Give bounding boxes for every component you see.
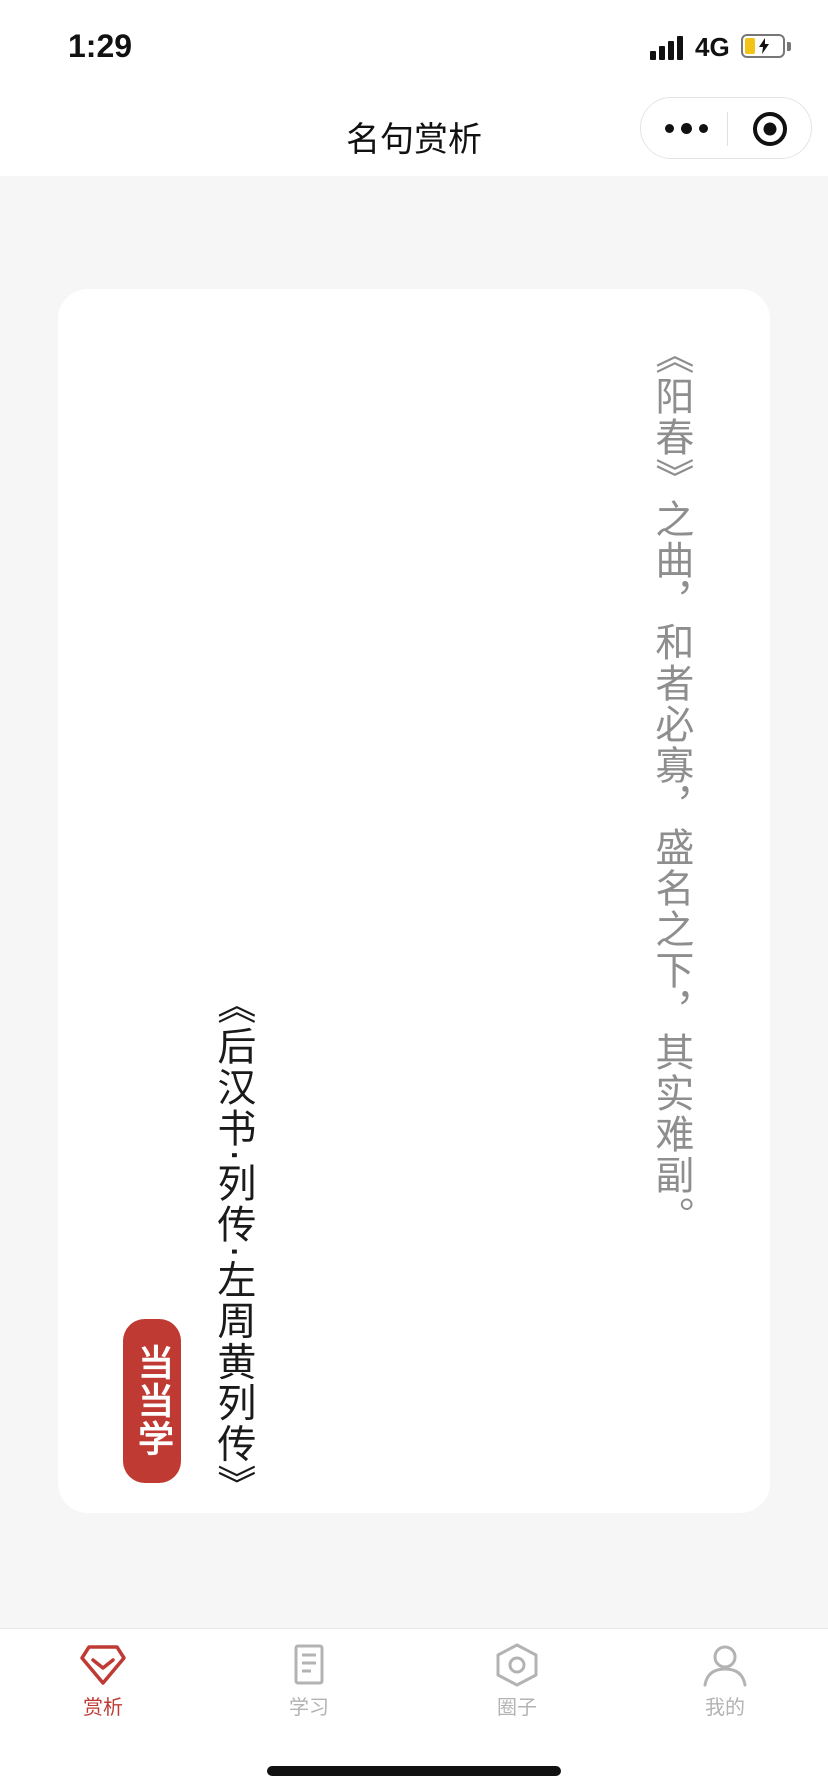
tab-label: 圈子 xyxy=(497,1695,537,1719)
quote-source: 《后汉书·列传·左周黄列传》 xyxy=(210,985,256,1506)
document-icon xyxy=(294,1644,324,1685)
person-icon xyxy=(703,1645,747,1687)
battery-icon xyxy=(741,34,785,58)
quote-text: 《阳春》之曲，和者必寡，盛名之下，其实难副。 xyxy=(648,335,694,1237)
tab-appreciation[interactable]: 赏析 xyxy=(48,1643,158,1739)
status-bar: 1:29 4G xyxy=(0,0,828,96)
tab-study[interactable]: 学习 xyxy=(254,1643,364,1739)
more-dots-icon[interactable] xyxy=(659,106,711,150)
tab-me[interactable]: 我的 xyxy=(670,1643,780,1739)
status-time: 1:29 xyxy=(68,28,133,64)
hexagon-icon xyxy=(496,1643,538,1687)
capsule-divider xyxy=(727,112,728,146)
tab-circle[interactable]: 圈子 xyxy=(462,1643,572,1739)
network-type: 4G xyxy=(695,32,730,62)
miniprogram-capsule xyxy=(640,97,812,159)
target-close-icon[interactable] xyxy=(751,110,789,148)
tab-label: 赏析 xyxy=(83,1695,123,1719)
home-indicator[interactable] xyxy=(267,1766,561,1776)
nav-bar: 名句赏析 xyxy=(0,96,828,176)
quote-card: 《阳春》之曲，和者必寡，盛名之下，其实难副。 《后汉书·列传·左周黄列传》 当当… xyxy=(58,289,770,1513)
screen: 1:29 4G 名句赏析 《阳春》之曲，和者必寡，盛名之下，其实难副。 《后汉书… xyxy=(0,0,828,1792)
battery-cap xyxy=(787,42,791,51)
diamond-icon xyxy=(80,1645,126,1685)
brand-seal: 当当学 xyxy=(123,1319,181,1483)
tab-label: 学习 xyxy=(289,1695,329,1719)
tab-label: 我的 xyxy=(705,1695,745,1719)
signal-icon xyxy=(650,36,686,60)
